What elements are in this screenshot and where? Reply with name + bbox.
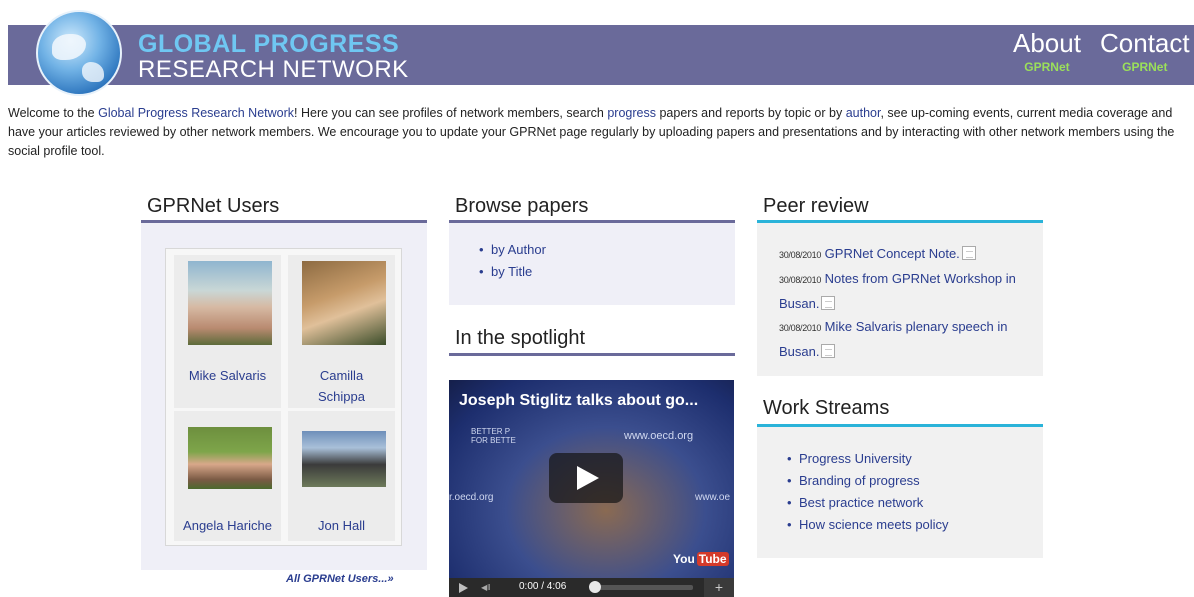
browse-panel: by Author by Title: [449, 223, 735, 305]
peer-date: 30/08/2010: [779, 250, 822, 260]
document-icon[interactable]: [961, 246, 976, 260]
user-name[interactable]: Jon Hall: [288, 515, 395, 536]
peer-title: Peer review: [763, 195, 869, 217]
video-time: 0:00 / 4:06: [519, 581, 567, 592]
users-grid: Mike Salvaris Camilla Schippa Angela Har…: [165, 248, 402, 546]
video-url: www.oecd.org: [624, 430, 694, 442]
intro-text: Welcome to the Global Progress Research …: [8, 106, 1175, 158]
list-item: 30/08/2010 GPRNet Concept Note.: [779, 242, 1034, 267]
avatar[interactable]: [302, 261, 386, 345]
avatar[interactable]: [188, 427, 272, 489]
author-link[interactable]: author: [846, 106, 881, 120]
nav-about-label: About: [1013, 28, 1081, 58]
nav-contact-label: Contact: [1100, 28, 1190, 58]
video-brand-text: BETTER P FOR BETTE: [471, 427, 516, 445]
workstreams-title: Work Streams: [763, 397, 890, 419]
peer-date: 30/08/2010: [779, 323, 822, 333]
list-item[interactable]: How science meets policy: [787, 514, 949, 536]
browse-title: Browse papers: [455, 195, 589, 217]
video-scrubber[interactable]: [589, 581, 601, 593]
avatar[interactable]: [302, 431, 386, 487]
users-title: GPRNet Users: [147, 195, 280, 217]
document-icon[interactable]: [821, 344, 836, 358]
video-url-left: r.oecd.org: [449, 492, 494, 503]
progress-link[interactable]: progress: [607, 106, 656, 120]
nav-about-sub: GPRNet: [1024, 60, 1070, 74]
user-name[interactable]: Mike Salvaris: [174, 365, 281, 386]
list-item[interactable]: by Author: [479, 239, 546, 261]
play-button[interactable]: [549, 453, 623, 503]
user-card-mike[interactable]: Mike Salvaris: [174, 255, 281, 408]
list-item: 30/08/2010 Mike Salvaris plenary speech …: [779, 315, 1034, 363]
logo-line-1[interactable]: GLOBAL PROGRESS: [138, 30, 399, 59]
browse-list: by Author by Title: [479, 239, 546, 283]
logo-line-2[interactable]: RESEARCH NETWORK: [138, 56, 409, 84]
video-title[interactable]: Joseph Stiglitz talks about go...: [459, 392, 698, 410]
spotlight-title: In the spotlight: [455, 327, 586, 349]
list-item[interactable]: Branding of progress: [787, 470, 949, 492]
workstream-link[interactable]: How science meets policy: [799, 517, 949, 532]
peer-date: 30/08/2010: [779, 275, 822, 285]
video-progress-bar[interactable]: [591, 585, 693, 590]
user-name[interactable]: Camilla Schippa: [288, 365, 395, 407]
user-card-jon[interactable]: Jon Hall: [288, 411, 395, 541]
globe-logo-icon[interactable]: [36, 10, 122, 96]
user-card-angela[interactable]: Angela Hariche: [174, 411, 281, 541]
workstreams-list: Progress University Branding of progress…: [787, 448, 949, 536]
peer-link[interactable]: GPRNet Concept Note.: [825, 246, 960, 261]
list-item[interactable]: Best practice network: [787, 492, 949, 514]
document-icon[interactable]: [821, 296, 836, 310]
volume-icon[interactable]: ◀︎‖: [481, 583, 497, 592]
nav-about[interactable]: About GPRNet: [1013, 28, 1081, 74]
user-card-camilla[interactable]: Camilla Schippa: [288, 255, 395, 408]
browse-by-title[interactable]: by Title: [491, 264, 532, 279]
video-controls: ◀︎‖ 0:00 / 4:06 +: [449, 578, 734, 597]
play-icon[interactable]: [459, 583, 468, 593]
peer-list: 30/08/2010 GPRNet Concept Note. 30/08/20…: [779, 242, 1034, 363]
avatar[interactable]: [188, 261, 272, 345]
spotlight-video[interactable]: Joseph Stiglitz talks about go... BETTER…: [449, 380, 734, 597]
workstream-link[interactable]: Progress University: [799, 451, 912, 466]
youtube-you: You: [673, 552, 695, 566]
list-item[interactable]: by Title: [479, 261, 546, 283]
nav-contact-sub: GPRNet: [1122, 60, 1168, 74]
spotlight-title-rule: [449, 353, 735, 356]
video-url-right: www.oe: [695, 492, 731, 503]
all-users-link[interactable]: All GPRNet Users...»: [286, 573, 394, 585]
fullscreen-plus-icon[interactable]: +: [704, 578, 734, 597]
gprn-link[interactable]: Global Progress Research Network: [98, 106, 294, 120]
nav-contact[interactable]: Contact GPRNet: [1100, 28, 1190, 74]
workstreams-panel: Progress University Branding of progress…: [757, 427, 1043, 558]
list-item: 30/08/2010 Notes from GPRNet Workshop in…: [779, 267, 1034, 315]
browse-by-author[interactable]: by Author: [491, 242, 546, 257]
workstream-link[interactable]: Best practice network: [799, 495, 923, 510]
workstream-link[interactable]: Branding of progress: [799, 473, 920, 488]
youtube-logo[interactable]: You Tube: [673, 552, 729, 566]
list-item[interactable]: Progress University: [787, 448, 949, 470]
youtube-tube: Tube: [696, 552, 729, 566]
user-name[interactable]: Angela Hariche: [174, 515, 281, 536]
